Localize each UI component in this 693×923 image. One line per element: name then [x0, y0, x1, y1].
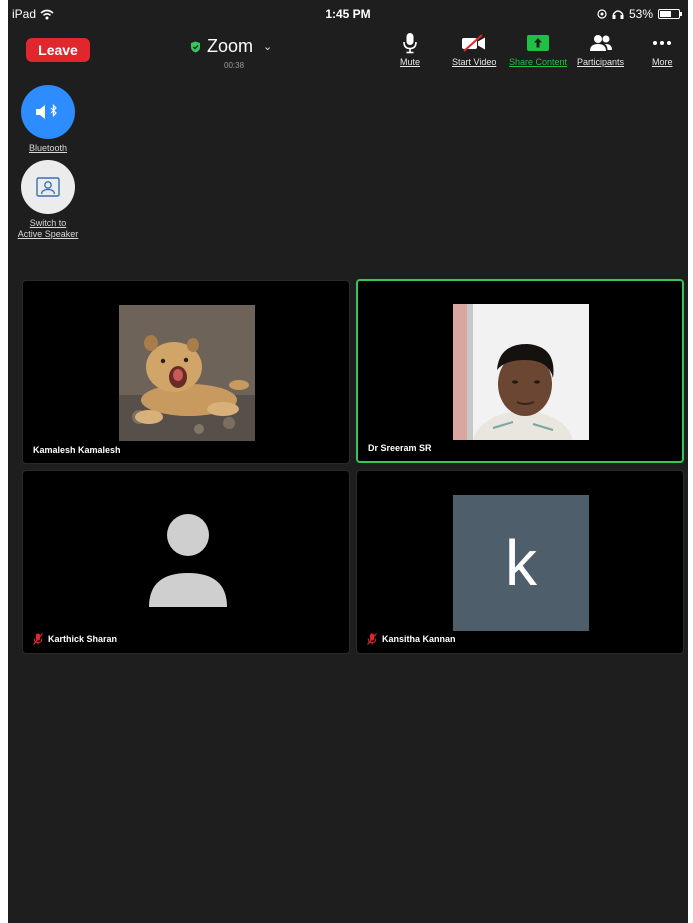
switch-speaker-label-line1: Switch to: [29, 218, 67, 228]
participant-name: Karthick Sharan: [48, 634, 118, 644]
mic-muted-icon: [367, 633, 377, 645]
active-speaker-icon: [36, 177, 60, 197]
more-button[interactable]: More: [652, 32, 673, 67]
meeting-timer: 00:38: [224, 61, 245, 70]
switch-speaker-label-line2: Active Speaker: [17, 229, 79, 239]
video-tile[interactable]: Kamalesh Kamalesh: [22, 280, 350, 464]
video-off-icon: [462, 34, 486, 52]
share-screen-icon: [527, 35, 550, 51]
encryption-shield-icon: [191, 41, 200, 52]
more-label: More: [652, 57, 673, 67]
participants-icon: [589, 35, 612, 51]
battery-icon: [658, 9, 682, 19]
headphones-icon: [612, 10, 624, 19]
meeting-title[interactable]: Zoom ⌄: [190, 36, 272, 57]
participant-camera-feed: [453, 304, 589, 440]
status-bar: iPad 1:45 PM 53%: [8, 0, 688, 28]
share-content-button[interactable]: Share Content: [509, 32, 567, 67]
share-content-label: Share Content: [509, 57, 568, 67]
default-avatar-icon: [149, 514, 227, 607]
meeting-name: Zoom: [207, 36, 254, 56]
speaker-bluetooth-icon: [36, 104, 57, 119]
battery-percent: 53%: [628, 7, 653, 21]
bluetooth-label: Bluetooth: [28, 143, 68, 153]
chevron-down-icon: ⌄: [263, 41, 273, 53]
mic-muted-icon: [33, 633, 43, 645]
video-tile-active-speaker[interactable]: Dr Sreeram SR: [356, 279, 684, 463]
video-tile[interactable]: Karthick Sharan: [22, 470, 350, 654]
switch-active-speaker-button[interactable]: Switch to Active Speaker: [13, 160, 83, 240]
mute-label: Mute: [400, 57, 421, 67]
bluetooth-audio-button[interactable]: Bluetooth: [21, 85, 75, 154]
mute-button[interactable]: Mute: [400, 32, 420, 67]
letter-avatar: k: [453, 495, 589, 631]
participant-name: Kamalesh Kamalesh: [33, 445, 121, 455]
participant-name-tag: Karthick Sharan: [33, 633, 117, 645]
participants-label: Participants: [577, 57, 625, 67]
participant-name-tag: Kansitha Kannan: [367, 633, 456, 645]
video-tile[interactable]: k Kansitha Kannan: [356, 470, 684, 654]
participant-name: Kansitha Kannan: [382, 634, 456, 644]
participant-name-tag: Dr Sreeram SR: [368, 443, 432, 453]
zoom-meeting-screen: iPad 1:45 PM 53% Leave Zoom ⌄ 00:38 Mute…: [8, 0, 688, 923]
start-video-button[interactable]: Start Video: [452, 32, 496, 67]
leave-button[interactable]: Leave: [26, 38, 90, 62]
more-dots-icon: [653, 41, 672, 45]
microphone-icon: [403, 33, 417, 54]
clock: 1:45 PM: [325, 7, 371, 21]
location-icon: [597, 9, 607, 19]
start-video-label: Start Video: [452, 57, 497, 67]
meeting-toolbar: Leave Zoom ⌄ 00:38 Mute Start Video Shar…: [8, 28, 688, 74]
participant-name-tag: Kamalesh Kamalesh: [33, 445, 121, 455]
participant-name: Dr Sreeram SR: [368, 443, 432, 453]
lion-cub-photo: [119, 305, 255, 441]
participants-button[interactable]: Participants: [577, 32, 624, 67]
